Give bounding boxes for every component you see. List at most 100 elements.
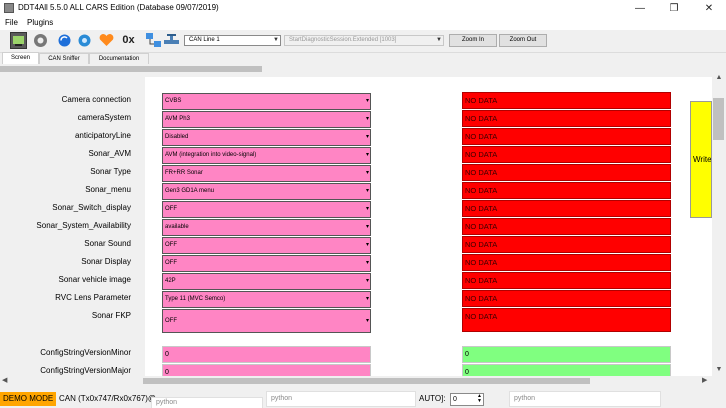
auto-label: AUTO]: (419, 394, 446, 403)
network-icon[interactable] (145, 32, 162, 49)
screen-content: Camera connection cameraSystem anticipat… (0, 73, 712, 376)
python-field-right[interactable]: python (509, 391, 661, 407)
chevron-down-icon: ▾ (365, 224, 369, 230)
can-line-select[interactable]: CAN Line 1 ▼ (184, 35, 281, 46)
python-field-left[interactable]: python (151, 397, 263, 408)
ecu-icon[interactable] (10, 32, 27, 49)
config-data-display: 0 (462, 364, 671, 376)
tab-can-sniffer[interactable]: CAN Sniffer (39, 53, 89, 64)
param-select-value: Disabled (165, 134, 189, 140)
param-data-display: NO DATA (462, 254, 671, 271)
tab-bar: Screen CAN Sniffer Documentation (0, 52, 726, 64)
menu-file[interactable]: File (5, 18, 18, 27)
ecu-icon-graphic (13, 36, 24, 46)
menu-plugins[interactable]: Plugins (27, 18, 53, 27)
param-label: Sonar Sound (84, 239, 131, 248)
config-input[interactable]: 0 (162, 364, 371, 376)
scroll-up-icon[interactable]: ▲ (713, 74, 725, 81)
top-scroll-thumb[interactable] (0, 66, 262, 72)
param-label: Camera connection (61, 95, 131, 104)
session-select[interactable]: StartDiagnosticSession.Extended [1003] ▼ (284, 35, 444, 46)
param-data-display: NO DATA (462, 164, 671, 181)
scroll-left-icon[interactable]: ◀ (2, 376, 7, 384)
close-button[interactable]: ✕ (692, 0, 726, 17)
zoom-in-button[interactable]: Zoom In (449, 34, 497, 47)
session-value: StartDiagnosticSession.Extended [1003] (289, 37, 397, 43)
param-data-display: NO DATA (462, 272, 671, 289)
tab-screen[interactable]: Screen (2, 52, 39, 64)
param-select[interactable]: Disabled ▾ (162, 129, 371, 146)
param-label: Sonar Display (81, 257, 131, 266)
param-label: Sonar Type (90, 167, 131, 176)
param-select[interactable]: CVBS ▾ (162, 93, 371, 110)
param-select-value: OFF (165, 242, 177, 248)
chevron-down-icon: ▼ (436, 37, 442, 43)
can-info-text: CAN (Tx0x747/Rx0x767)@ (59, 394, 157, 403)
gear-icon (34, 34, 47, 47)
horizontal-scroll-thumb[interactable] (143, 378, 590, 384)
zoom-out-button[interactable]: Zoom Out (499, 34, 547, 47)
param-data-display: NO DATA (462, 236, 671, 253)
param-label: Sonar_System_Availability (36, 221, 131, 230)
param-select-value: available (165, 224, 189, 230)
param-select[interactable]: OFF ▾ (162, 237, 371, 254)
minimize-button[interactable]: — (623, 0, 657, 17)
chevron-down-icon: ▾ (365, 260, 369, 266)
param-label: Sonar_menu (85, 185, 131, 194)
chevron-down-icon: ▾ (365, 206, 369, 212)
network-icon-graphic (146, 33, 161, 47)
chevron-down-icon: ▾ (365, 134, 369, 140)
chevron-down-icon: ▾ (365, 318, 369, 324)
chevron-down-icon: ▾ (365, 152, 369, 158)
param-label: Sonar FKP (91, 311, 131, 320)
write-button[interactable]: Write (690, 101, 712, 218)
menu-bar: File Plugins (0, 17, 726, 30)
window-title: DDT4All 5.5.0 ALL CARS Edition (Database… (18, 3, 219, 12)
param-select-value: CVBS (165, 98, 182, 104)
param-label: Sonar vehicle image (58, 275, 131, 284)
sync-icon[interactable] (76, 32, 93, 49)
spin-arrows-icon[interactable]: ▲ ▼ (477, 394, 482, 404)
param-select[interactable]: available ▾ (162, 219, 371, 236)
param-select[interactable]: 42P ▾ (162, 273, 371, 290)
param-select[interactable]: AVM Ph3 ▾ (162, 111, 371, 128)
param-data-display: NO DATA (462, 182, 671, 199)
scroll-right-icon[interactable]: ▶ (702, 376, 707, 384)
config-data-display: 0 (462, 346, 671, 363)
param-select-value: 42P (165, 278, 176, 284)
settings-gear-icon[interactable] (32, 32, 49, 49)
heart-icon[interactable] (98, 32, 115, 49)
param-select[interactable]: OFF ▾ (162, 309, 371, 333)
config-input[interactable]: 0 (162, 346, 371, 363)
vertical-scroll-thumb[interactable] (713, 98, 724, 140)
param-select-value: FR+RR Sonar (165, 170, 203, 176)
chevron-down-icon: ▾ (365, 116, 369, 122)
param-data-display: NO DATA (462, 200, 671, 217)
valve-icon[interactable] (163, 32, 180, 49)
param-data-display: NO DATA (462, 110, 671, 127)
valve-icon-graphic (164, 34, 179, 44)
refresh-icon[interactable] (56, 32, 73, 49)
param-select-value: Type 11 (MVC Semco) (165, 296, 226, 302)
param-select-value: AVM Ph3 (165, 116, 190, 122)
maximize-button[interactable]: ❐ (657, 0, 691, 17)
can-line-value: CAN Line 1 (189, 37, 220, 43)
chevron-down-icon: ▼ (273, 37, 279, 43)
auto-value: 0 (453, 396, 457, 403)
param-data-display: NO DATA (462, 128, 671, 145)
param-select[interactable]: Type 11 (MVC Semco) ▾ (162, 291, 371, 308)
param-select[interactable]: FR+RR Sonar ▾ (162, 165, 371, 182)
tab-documentation[interactable]: Documentation (89, 53, 149, 64)
param-select-value: AVM (integration into video-signal) (165, 152, 257, 158)
chevron-down-icon: ▾ (365, 188, 369, 194)
config-label: ConfigStringVersionMajor (40, 366, 131, 375)
param-select[interactable]: AVM (integration into video-signal) ▾ (162, 147, 371, 164)
hex-icon[interactable]: 0x (120, 32, 137, 49)
param-data-display: NO DATA (462, 146, 671, 163)
scroll-down-icon[interactable]: ▼ (713, 366, 725, 373)
auto-spinbox[interactable]: 0 ▲ ▼ (450, 393, 484, 406)
param-select[interactable]: OFF ▾ (162, 255, 371, 272)
param-select[interactable]: OFF ▾ (162, 201, 371, 218)
param-select[interactable]: Gen3 GD1A menu ▾ (162, 183, 371, 200)
python-field-middle[interactable]: python (266, 391, 416, 407)
